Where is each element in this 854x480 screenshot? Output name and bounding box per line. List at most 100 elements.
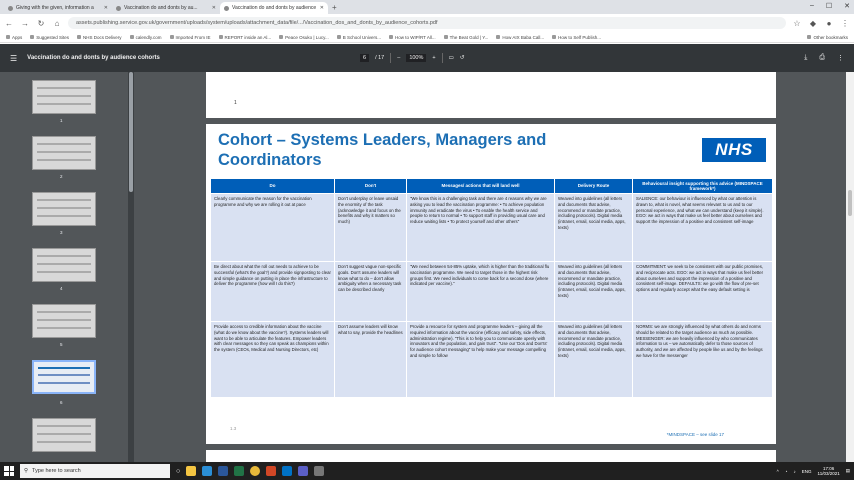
volume-icon[interactable]: ♪ bbox=[794, 469, 796, 474]
bookmark-item[interactable]: Peace Osuko | Lucy... bbox=[279, 35, 329, 40]
bookmark-item[interactable]: Apps bbox=[6, 35, 22, 40]
mindspace-footnote: *MINDSPACE – see slide 17 bbox=[666, 432, 724, 437]
page-total: / 17 bbox=[375, 55, 385, 61]
file-explorer-icon[interactable] bbox=[186, 466, 197, 476]
network-icon[interactable]: ◔ bbox=[785, 469, 788, 474]
bookmark-item[interactable]: Suggested Sites bbox=[30, 35, 69, 40]
sidebar-scrollbar-thumb[interactable] bbox=[129, 72, 133, 192]
bookmark-icon bbox=[336, 35, 341, 39]
column-header: Messages/ actions that will land well bbox=[406, 178, 555, 194]
new-tab-icon[interactable]: + bbox=[332, 2, 337, 14]
extension-icon[interactable]: ◆ bbox=[808, 19, 818, 28]
close-window-icon[interactable]: ✕ bbox=[844, 2, 850, 10]
bookmark-item[interactable]: REPORT inside an Al... bbox=[218, 35, 271, 40]
page-thumbnail-6-selected[interactable] bbox=[32, 360, 96, 394]
forward-icon[interactable]: → bbox=[20, 19, 30, 28]
app-icon[interactable] bbox=[314, 466, 325, 476]
bookmark-item[interactable]: How AIX Baba Call... bbox=[496, 35, 544, 40]
folder-icon bbox=[807, 35, 812, 39]
table-cell: Weaved into guidelines (all letters and … bbox=[554, 321, 633, 398]
windows-start-icon[interactable] bbox=[4, 466, 14, 476]
profile-icon[interactable]: ● bbox=[824, 19, 834, 28]
download-icon[interactable]: ⤓ bbox=[804, 54, 807, 62]
page-thumbnail-7[interactable] bbox=[32, 418, 96, 452]
viewer-scrollbar-thumb[interactable] bbox=[848, 190, 852, 216]
close-tab-icon[interactable]: ✕ bbox=[104, 5, 108, 11]
tab-favicon-icon bbox=[224, 5, 229, 11]
close-tab-icon[interactable]: ✕ bbox=[212, 5, 216, 11]
fit-page-icon[interactable]: ▭ bbox=[449, 55, 454, 61]
print-icon[interactable]: ⎙ bbox=[819, 54, 825, 62]
bookmark-icon bbox=[552, 35, 557, 39]
bookmark-icon bbox=[218, 35, 223, 39]
maximize-icon[interactable]: ☐ bbox=[826, 2, 832, 10]
more-options-icon[interactable]: ⋮ bbox=[837, 54, 844, 62]
teams-icon[interactable] bbox=[298, 466, 309, 476]
page-thumbnail-1[interactable] bbox=[32, 80, 96, 114]
notification-icon[interactable]: ▤ bbox=[846, 468, 850, 474]
bookmark-icon bbox=[169, 35, 174, 39]
browser-tab-2[interactable]: Vaccination do and donts by au... ✕ bbox=[112, 2, 220, 14]
clock[interactable]: 17:06 11/03/2021 bbox=[818, 466, 840, 477]
task-view-icon[interactable]: ○ bbox=[176, 468, 180, 475]
bookmarks-bar: Apps Suggested Sites NHS Docs Delivery c… bbox=[0, 32, 854, 43]
table-cell: Clearly communicate the reason for the v… bbox=[210, 193, 335, 262]
taskbar-search-input[interactable]: ⚲ Type here to search bbox=[20, 464, 170, 478]
home-icon[interactable]: ⌂ bbox=[52, 19, 62, 28]
table-header-row: Do Don't Messages/ actions that will lan… bbox=[210, 178, 773, 194]
bookmark-item[interactable]: NHS Docs Delivery bbox=[77, 35, 122, 40]
viewer-scrollbar[interactable] bbox=[846, 72, 854, 462]
previous-page: 1 bbox=[206, 72, 776, 118]
menu-kebab-icon[interactable]: ⋮ bbox=[840, 19, 850, 28]
page-thumbnail-3[interactable] bbox=[32, 192, 96, 226]
bookmark-item[interactable]: B School Univers... bbox=[336, 35, 381, 40]
excel-icon[interactable] bbox=[234, 466, 245, 476]
pdf-viewer[interactable]: 1 Cohort – Systems Leaders, Managers and… bbox=[134, 72, 846, 462]
close-tab-icon[interactable]: ✕ bbox=[320, 5, 324, 11]
powerpoint-icon[interactable] bbox=[266, 466, 277, 476]
thumbnail-label: 2 bbox=[60, 174, 63, 179]
page-thumbnail-5[interactable] bbox=[32, 304, 96, 338]
zoom-in-icon[interactable]: + bbox=[432, 55, 435, 61]
bookmark-item[interactable]: How to Self Publish... bbox=[552, 35, 601, 40]
minimize-icon[interactable]: – bbox=[810, 2, 814, 10]
word-icon[interactable] bbox=[218, 466, 229, 476]
chevron-up-icon[interactable]: ^ bbox=[777, 469, 779, 474]
window-controls: – ☐ ✕ bbox=[810, 2, 850, 10]
bookmark-icon bbox=[496, 35, 501, 39]
hamburger-menu-icon[interactable]: ☰ bbox=[10, 54, 17, 63]
bookmark-item[interactable]: How to WIP/RT All... bbox=[389, 35, 436, 40]
chrome-icon[interactable] bbox=[250, 466, 261, 476]
zoom-level[interactable]: 100% bbox=[406, 54, 427, 62]
language-indicator[interactable]: ENG bbox=[802, 469, 812, 474]
bookmark-item[interactable]: Imported From IE bbox=[169, 35, 211, 40]
system-tray: ^ ◔ ♪ ENG 17:06 11/03/2021 ▤ bbox=[777, 466, 850, 477]
page-thumbnail-4[interactable] bbox=[32, 248, 96, 282]
pdf-title: Vaccination do and donts by audience coh… bbox=[27, 55, 160, 61]
page-number-input[interactable]: 6 bbox=[360, 54, 370, 62]
other-bookmarks[interactable]: Other bookmarks bbox=[807, 35, 848, 40]
zoom-out-icon[interactable]: – bbox=[397, 55, 400, 61]
page-marker: 1 bbox=[234, 100, 237, 106]
bookmark-item[interactable]: calendly.com bbox=[129, 35, 162, 40]
column-header: Behavioural insight supporting this advi… bbox=[632, 178, 773, 194]
table-cell: "We know this is a challenging task and … bbox=[406, 193, 555, 262]
address-bar-row: ← → ↻ ⌂ assets.publishing.service.gov.uk… bbox=[0, 14, 854, 32]
column-header: Do bbox=[210, 178, 335, 194]
browser-tab-1[interactable]: Giving with the given, information a ✕ bbox=[4, 2, 112, 14]
browser-tab-3[interactable]: Vaccination do and donts by audience ✕ bbox=[220, 2, 328, 14]
rotate-icon[interactable]: ↺ bbox=[460, 55, 465, 61]
page-thumbnail-2[interactable] bbox=[32, 136, 96, 170]
clock-date: 11/03/2021 bbox=[817, 471, 840, 476]
reload-icon[interactable]: ↻ bbox=[36, 19, 46, 28]
back-icon[interactable]: ← bbox=[4, 19, 14, 28]
address-input[interactable]: assets.publishing.service.gov.uk/governm… bbox=[68, 17, 786, 29]
edge-icon[interactable] bbox=[202, 466, 213, 476]
bookmark-icon bbox=[6, 35, 10, 39]
bookmark-item[interactable]: The Beat Gold | Y... bbox=[443, 35, 488, 40]
toolbar-divider bbox=[390, 53, 392, 63]
thumbnail-label: 3 bbox=[60, 230, 63, 235]
outlook-icon[interactable] bbox=[282, 466, 293, 476]
star-icon[interactable]: ☆ bbox=[792, 19, 802, 28]
table-cell: NORMS: we are strongly influenced by wha… bbox=[632, 321, 773, 398]
